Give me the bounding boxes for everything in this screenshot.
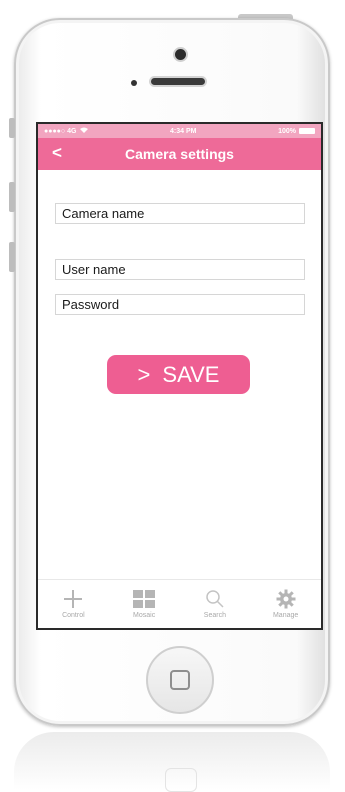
page-title: Camera settings [125,146,234,162]
battery-percent: 100% [278,127,296,135]
proximity-sensor [131,80,137,86]
save-button[interactable]: > SAVE [107,355,250,394]
tab-bar: Control Mosaic Search Manage [38,579,321,628]
tab-label: Control [62,612,85,619]
tab-manage[interactable]: Manage [250,580,321,628]
earpiece-speaker [151,78,205,85]
save-button-label: SAVE [162,361,220,387]
back-button[interactable]: < [52,143,62,163]
search-icon [204,589,226,609]
camera-name-field[interactable] [55,203,305,224]
volume-up-button [9,182,15,212]
battery-icon [299,128,315,134]
tab-label: Search [203,612,226,619]
tab-control[interactable]: Control [38,580,109,628]
nav-bar: < Camera settings [38,138,321,170]
front-camera [175,49,186,60]
grid-icon [133,589,156,609]
home-square-icon [170,670,190,690]
password-field[interactable] [55,294,305,315]
tab-search[interactable]: Search [180,580,251,628]
carrier-signal: ●●●●○ 4G [44,127,77,135]
status-time: 4:34 PM [170,127,197,135]
chevron-right-icon: > [137,361,151,387]
app-screen: ●●●●○ 4G 4:34 PM 100% < Camera settings … [36,122,323,630]
home-button[interactable] [146,646,214,714]
gear-icon [275,589,297,609]
mute-switch [9,118,15,138]
home-button-reflection [165,768,197,792]
tab-mosaic[interactable]: Mosaic [109,580,180,628]
user-name-field[interactable] [55,259,305,280]
plus-icon [62,589,84,609]
tab-label: Mosaic [133,612,156,619]
volume-down-button [9,242,15,272]
wifi-icon [80,127,89,135]
tab-label: Manage [272,612,299,619]
status-bar: ●●●●○ 4G 4:34 PM 100% [38,124,321,138]
